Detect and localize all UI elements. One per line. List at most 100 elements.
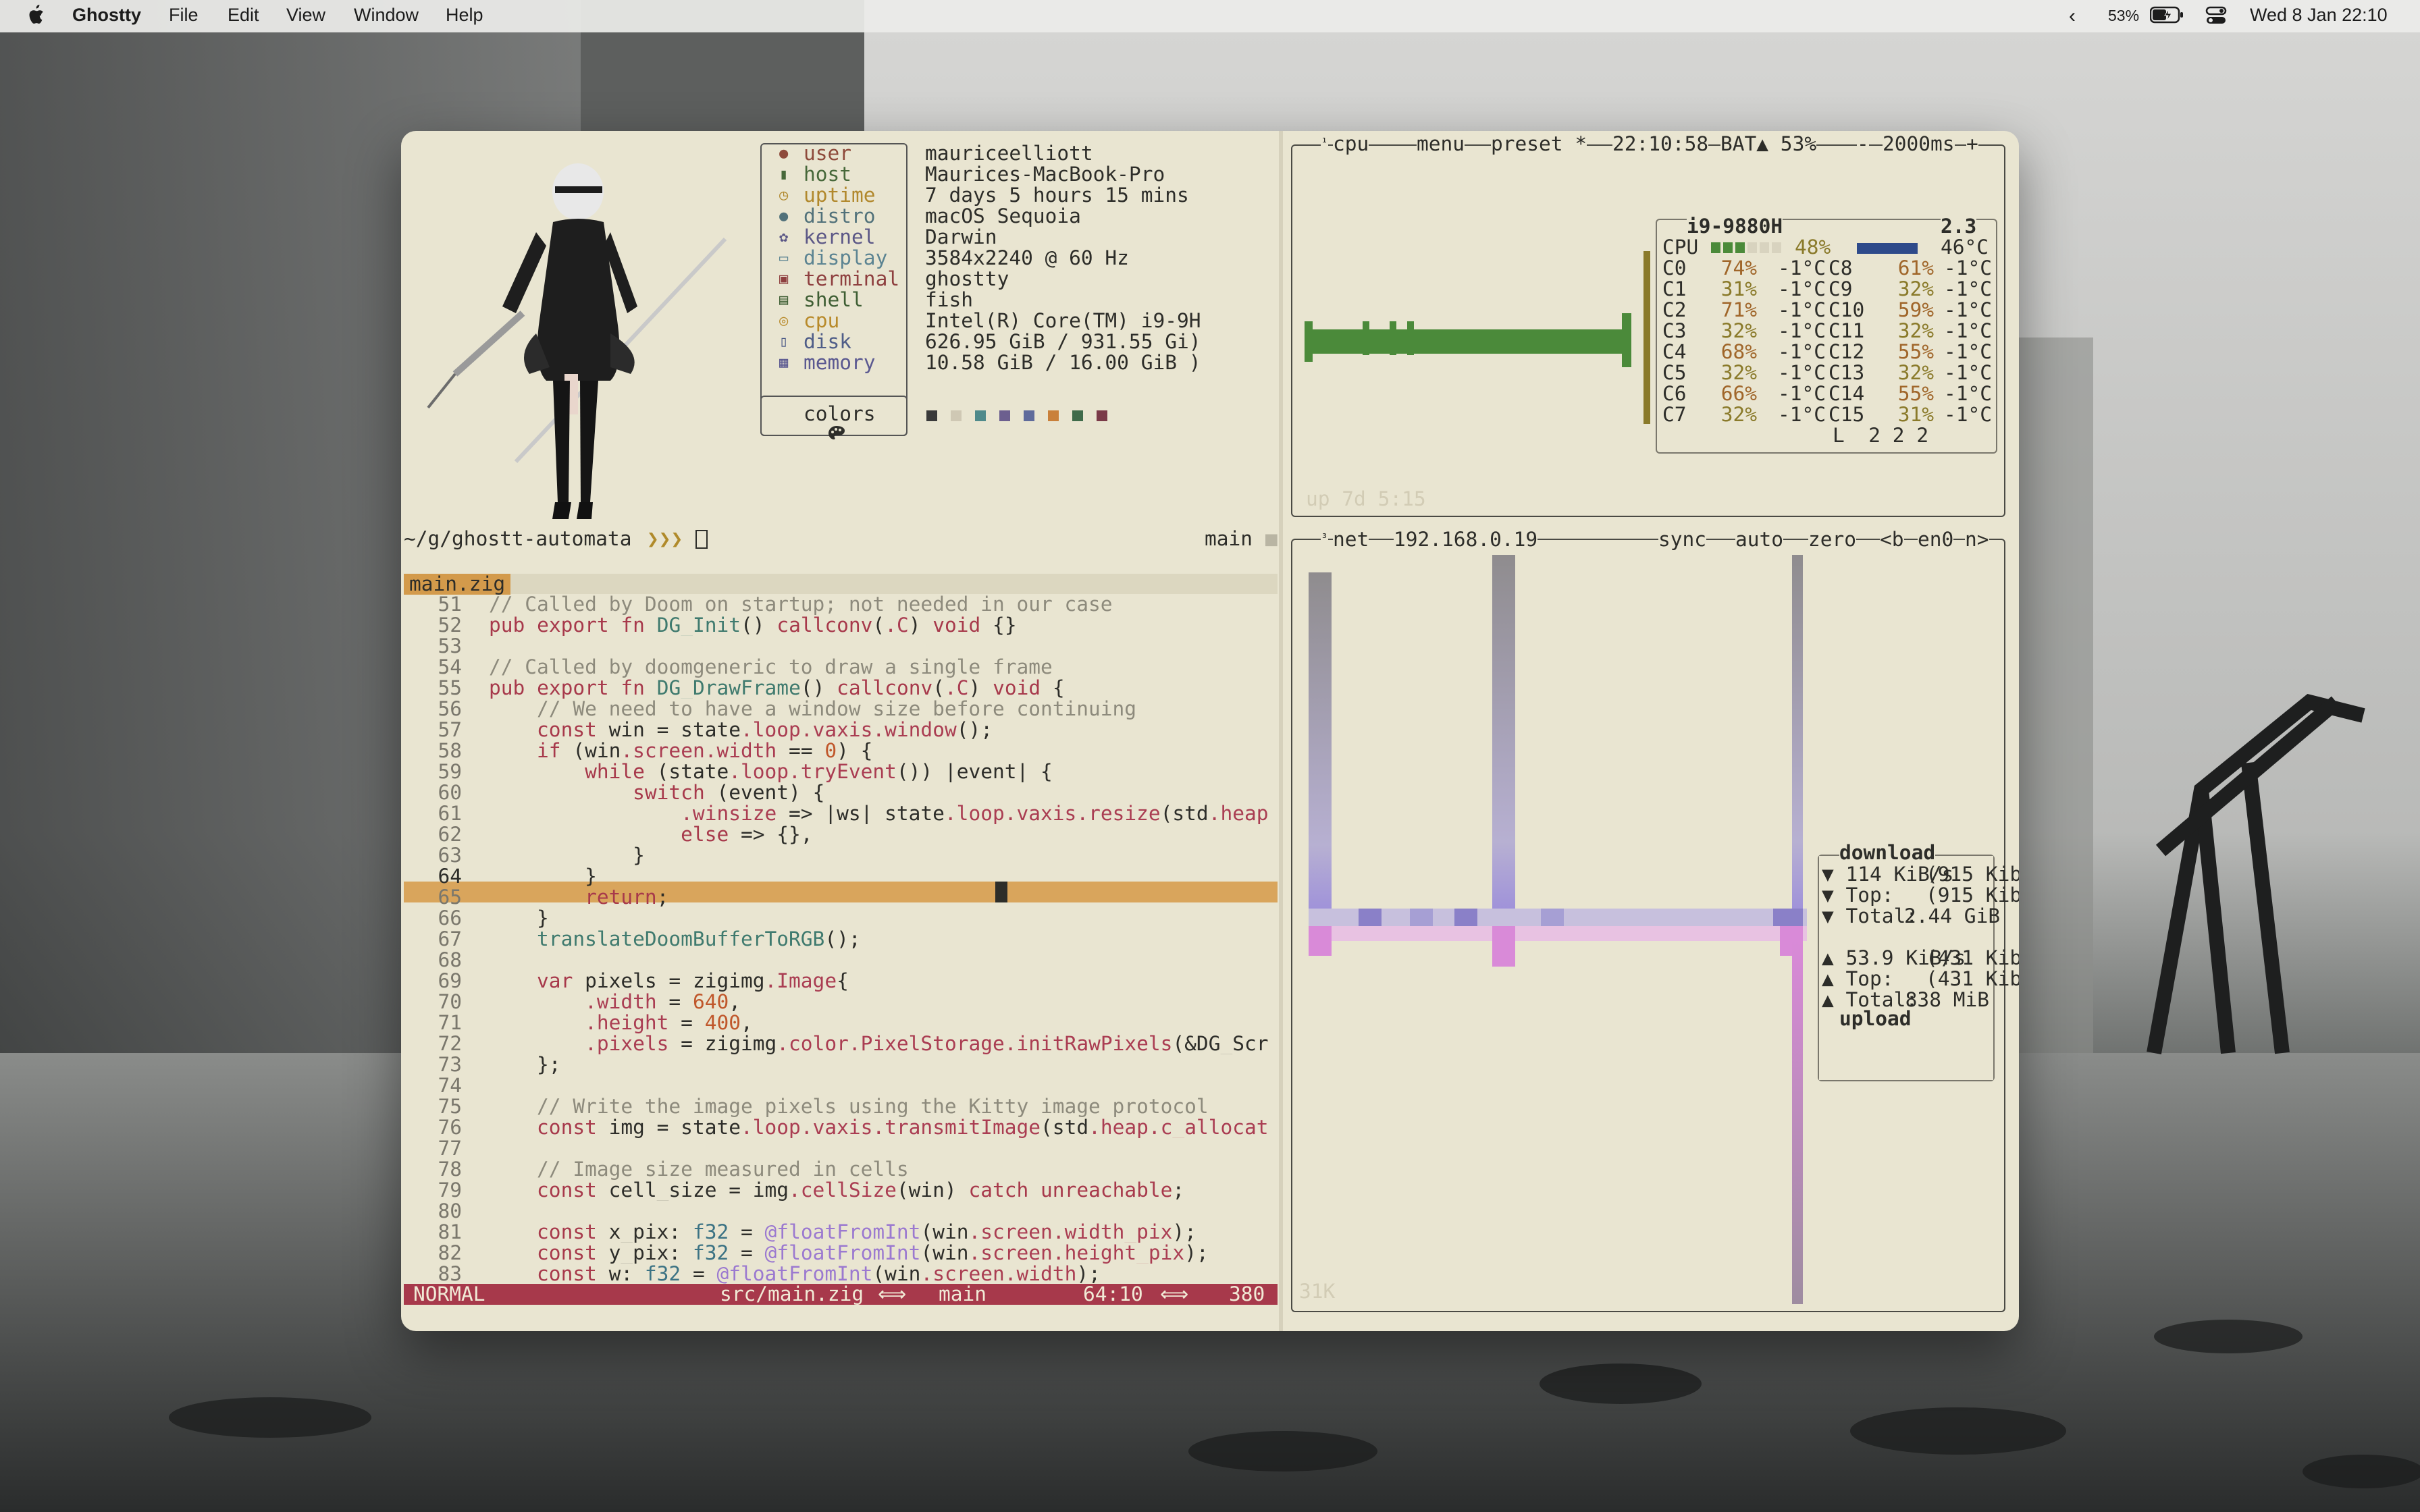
core-temp: -1°C bbox=[1777, 340, 1826, 363]
editor-status-file: src/main.zig bbox=[720, 1282, 864, 1305]
core-usage: 68% bbox=[1720, 340, 1757, 363]
core-temp: -1°C bbox=[1777, 319, 1826, 342]
download-bar bbox=[1541, 909, 1564, 926]
fetch-label-host: host bbox=[804, 163, 852, 186]
core-temp: -1°C bbox=[1943, 382, 1992, 405]
cpu-icon: ◎ bbox=[779, 313, 789, 329]
menu-app-name[interactable]: Ghostty bbox=[72, 5, 141, 26]
net-prev-iface-button[interactable]: <b bbox=[1880, 529, 1904, 550]
line-number: 79 bbox=[438, 1179, 462, 1202]
split-divider[interactable] bbox=[1279, 131, 1283, 1331]
core-name: C1 bbox=[1662, 277, 1687, 300]
fetch-label-disk: disk bbox=[804, 330, 852, 353]
core-name: C6 bbox=[1662, 382, 1687, 405]
code-line: .height = 400, bbox=[585, 1013, 753, 1033]
cpu-total-meter bbox=[1711, 242, 1784, 253]
line-number: 71 bbox=[438, 1011, 462, 1034]
cpu-preset-button[interactable]: preset * bbox=[1491, 134, 1587, 155]
prompt-branch: main bbox=[1205, 527, 1253, 550]
cpu-freq: 2.3 bbox=[1941, 215, 1977, 238]
download-bar bbox=[1359, 909, 1382, 926]
code-line: // Called by doomgeneric to draw a singl… bbox=[489, 657, 1053, 678]
core-usage: 32% bbox=[1720, 319, 1757, 342]
cpu-menu-button[interactable]: menu bbox=[1417, 134, 1465, 155]
menu-edit[interactable]: Edit bbox=[228, 5, 259, 26]
disk-icon: ▯ bbox=[779, 333, 789, 350]
fetch-value-terminal: ghostty bbox=[925, 267, 1009, 290]
download-bar bbox=[1792, 555, 1803, 914]
prompt-arrows: ❯❯❯ bbox=[647, 527, 683, 550]
terminal-cursor bbox=[695, 530, 708, 549]
color-swatch bbox=[926, 410, 937, 421]
fetch-value-user: mauriceelliott bbox=[925, 142, 1093, 165]
code-line: // Called by Doom on startup; not needed… bbox=[489, 594, 1113, 615]
cpu-freq-bar bbox=[1857, 243, 1918, 254]
prompt-path: ~/g/ghostt-automata bbox=[404, 527, 632, 550]
fetch-label-memory: memory bbox=[804, 351, 876, 374]
net-panel-number: ³ bbox=[1321, 528, 1328, 549]
cpu-interval: 2000ms bbox=[1883, 132, 1955, 155]
control-center-icon[interactable] bbox=[2205, 6, 2227, 30]
line-number: 70 bbox=[438, 990, 462, 1013]
ghostty-window[interactable]: ● user ▮ host ◷ uptime ● distro ✿ kernel ▭ display ▣… bbox=[401, 131, 2019, 1331]
fetch-label-uptime: uptime bbox=[804, 184, 876, 207]
line-number: 78 bbox=[438, 1158, 462, 1181]
line-number: 75 bbox=[438, 1095, 462, 1118]
upload-label: upload bbox=[1839, 1007, 1912, 1030]
shell-icon: ▤ bbox=[779, 292, 789, 308]
cpu-temp: 46°C bbox=[1941, 236, 1989, 259]
editor-tab-main-zig[interactable]: main.zig bbox=[404, 574, 511, 595]
battery-icon[interactable] bbox=[2149, 6, 2184, 28]
code-line: // We need to have a window size before … bbox=[489, 699, 1137, 720]
code-line: const img = state.loop.vaxis.transmitIma… bbox=[537, 1117, 1269, 1138]
code-line: if (win.screen.width == 0) { bbox=[537, 740, 873, 761]
cpu-total-pct: 48% bbox=[1795, 236, 1831, 259]
code-line: } bbox=[489, 845, 645, 866]
net-panel-title[interactable]: net bbox=[1333, 529, 1369, 550]
line-number: 68 bbox=[438, 948, 462, 971]
net-auto-button[interactable]: auto bbox=[1735, 529, 1784, 550]
fetch-colors-label: colors bbox=[804, 402, 876, 425]
cpu-panel-title[interactable]: cpu bbox=[1333, 134, 1369, 155]
editor-status-position: 64:10 bbox=[1083, 1282, 1143, 1305]
menu-file[interactable]: File bbox=[169, 5, 199, 26]
net-zero-button[interactable]: zero bbox=[1808, 529, 1857, 550]
core-name: C10 bbox=[1829, 298, 1865, 321]
menu-help[interactable]: Help bbox=[446, 5, 483, 26]
cpu-graph-band bbox=[1305, 329, 1627, 354]
fetch-label-kernel: kernel bbox=[804, 225, 876, 248]
fetch-value-shell: fish bbox=[925, 288, 974, 311]
menu-window[interactable]: Window bbox=[354, 5, 419, 26]
code-line: }; bbox=[489, 1054, 561, 1075]
apple-menu-icon[interactable] bbox=[26, 4, 45, 30]
code-line: var pixels = zigimg.Image{ bbox=[537, 971, 849, 992]
code-line: return; bbox=[585, 887, 669, 908]
core-temp: -1°C bbox=[1943, 403, 1992, 426]
interval-decrease-button[interactable]: - bbox=[1857, 134, 1869, 155]
net-next-iface-button[interactable]: n> bbox=[1965, 529, 1989, 550]
upload-top-value: (431 Kibps) bbox=[1926, 967, 2019, 990]
chevron-left-icon[interactable]: ‹ bbox=[2069, 5, 2076, 28]
code-line: } bbox=[489, 866, 597, 887]
core-temp: -1°C bbox=[1943, 298, 1992, 321]
interval-increase-button[interactable]: + bbox=[1966, 134, 1978, 155]
menu-view[interactable]: View bbox=[286, 5, 325, 26]
upload-bar bbox=[1492, 926, 1515, 967]
download-top-value: (915 Kibps) bbox=[1926, 884, 2019, 907]
memory-icon: ▦ bbox=[779, 354, 789, 371]
line-number: 63 bbox=[438, 844, 462, 867]
editor-status-sep-1: ⟺ bbox=[878, 1282, 907, 1305]
line-number: 80 bbox=[438, 1199, 462, 1222]
core-temp: -1°C bbox=[1943, 340, 1992, 363]
upload-top-label: ▲ Top: bbox=[1822, 967, 1894, 990]
menu-clock[interactable]: Wed 8 Jan 22:10 bbox=[2250, 5, 2388, 26]
2b-character-logo bbox=[427, 163, 727, 519]
clock-icon: ◷ bbox=[779, 187, 789, 204]
core-temp: -1°C bbox=[1943, 361, 1992, 384]
color-swatch bbox=[999, 410, 1010, 421]
code-line: const x_pix: f32 = @floatFromInt(win.scr… bbox=[537, 1222, 1196, 1243]
fetch-value-distro: macOS Sequoia bbox=[925, 205, 1081, 227]
line-number: 82 bbox=[438, 1241, 462, 1264]
cpu-model: i9-9880H bbox=[1687, 215, 1783, 238]
net-sync-button[interactable]: sync bbox=[1658, 529, 1707, 550]
